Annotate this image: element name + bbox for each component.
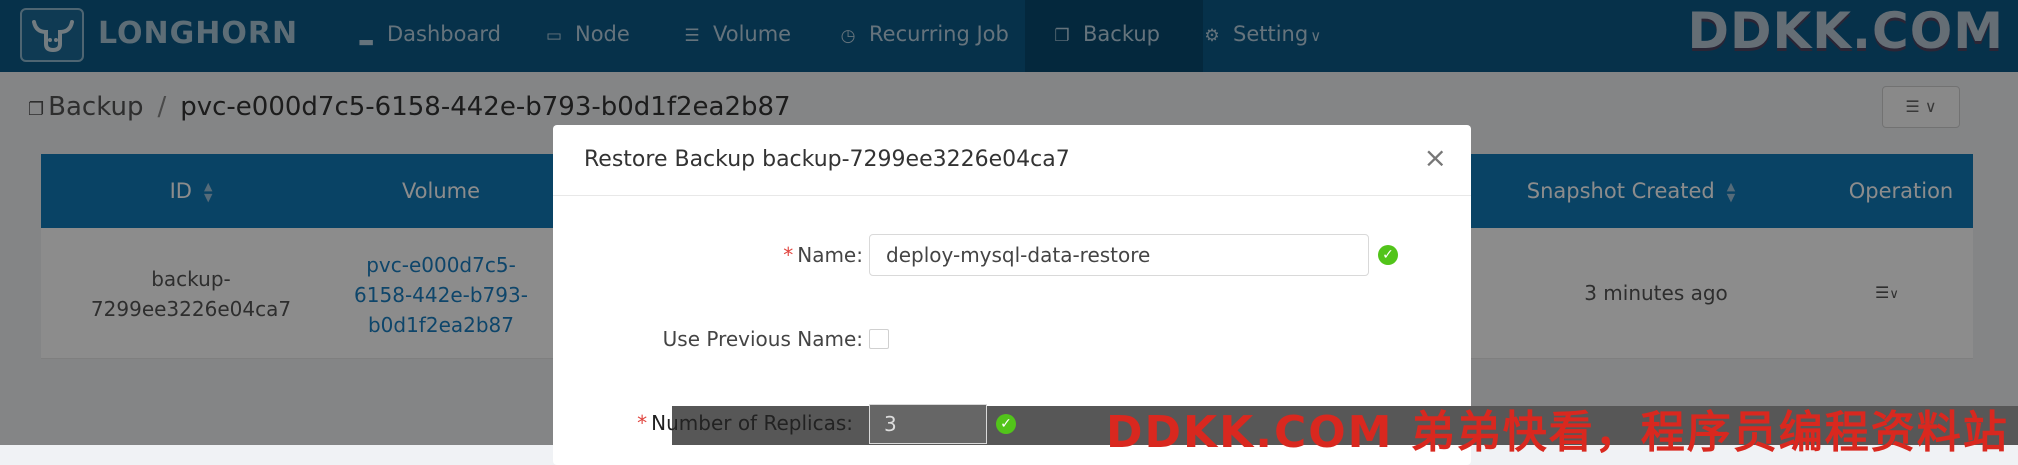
required-mark: * (783, 243, 794, 267)
label-colon: : (846, 411, 853, 435)
required-mark: * (637, 411, 648, 435)
name-input[interactable]: deploy-mysql-data-restore (869, 234, 1369, 276)
modal-divider (553, 195, 1471, 196)
success-check-icon: ✓ (996, 414, 1016, 434)
replicas-input[interactable]: 3 (869, 404, 987, 444)
modal-title: Restore Backup backup-7299ee3226e04ca7 (584, 147, 1070, 172)
use-previous-name-checkbox[interactable] (869, 329, 889, 349)
use-previous-name-label: Use Previous Name: (553, 327, 863, 351)
replicas-label-text: Number of Replicas (651, 411, 847, 435)
replicas-field-label: * Number of Replicas: (553, 411, 853, 435)
name-field-label: * Name: (553, 243, 863, 267)
success-check-icon: ✓ (1378, 245, 1398, 265)
label-colon: : (856, 327, 863, 351)
use-previous-name-text: Use Previous Name (662, 327, 857, 351)
label-colon: : (856, 243, 863, 267)
overlay-watermark-text: DDKK.COM 弟弟快看，程序员编程资料站 (1106, 407, 2009, 458)
close-icon[interactable]: × (1424, 144, 1447, 172)
name-label-text: Name (797, 243, 857, 267)
